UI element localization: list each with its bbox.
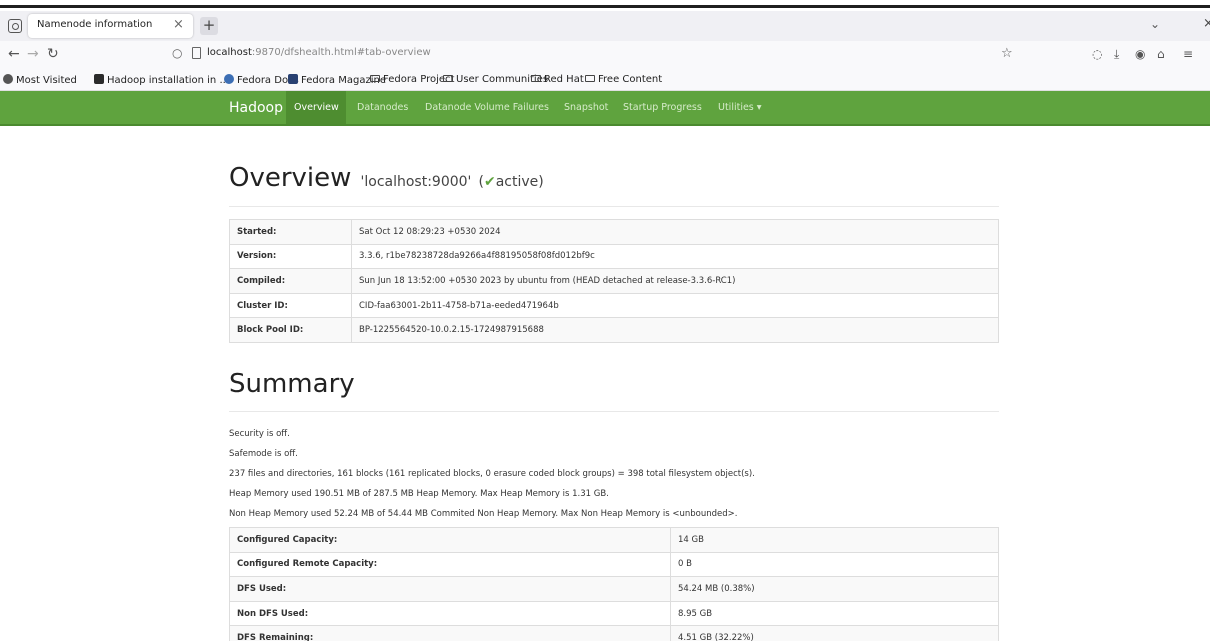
page-info-icon[interactable] (192, 47, 201, 59)
tab-close-icon[interactable]: × (173, 17, 184, 32)
new-tab-button[interactable]: + (200, 17, 218, 35)
url-path: :9870/dfshealth.html#tab-overview (251, 47, 431, 58)
tab-datanodes[interactable]: Datanodes (357, 102, 408, 113)
address-bar[interactable]: ○ localhost:9870/dfshealth.html#tab-over… (172, 44, 1032, 66)
status-text: active) (495, 174, 544, 190)
row-value: CID-faa63001-2b11-4758-b71a-eeded471964b (351, 292, 999, 319)
row-key: Configured Remote Capacity: (229, 551, 671, 578)
table-row: Compiled: Sun Jun 18 13:52:00 +0530 2023 … (229, 268, 999, 294)
row-value: 0 B (670, 551, 999, 578)
row-value: BP-1225564520-10.0.2.15-1724987915688 (351, 317, 999, 343)
gear-icon (3, 74, 13, 84)
row-value: 4.51 GB (32.22%) (670, 625, 999, 641)
safemode-status: Safemode is off. (229, 449, 298, 459)
bookmark-star-icon[interactable]: ☆ (1001, 46, 1013, 61)
downloads-icon[interactable]: ⤓ (1114, 47, 1119, 62)
url-text[interactable]: localhost:9870/dfshealth.html#tab-overvi… (207, 47, 431, 58)
bookmark-label: Free Content (598, 74, 663, 85)
row-key: Block Pool ID: (229, 317, 352, 343)
tab-utilities-dropdown[interactable]: Utilities ▾ (718, 102, 762, 113)
bookmark-hadoop-installation[interactable]: Hadoop installation in ... (94, 74, 229, 86)
navigation-toolbar: ← → ↻ ○ localhost:9870/dfshealth.html#ta… (0, 41, 1210, 69)
filesystem-objects: 237 files and directories, 161 blocks (1… (229, 469, 755, 479)
table-row: Block Pool ID: BP-1225564520-10.0.2.15-17… (229, 317, 999, 343)
row-key: DFS Remaining: (229, 625, 671, 641)
security-status: Security is off. (229, 429, 290, 439)
window-top-edge (0, 0, 1210, 8)
url-host: localhost (207, 47, 252, 58)
row-key: Started: (229, 219, 352, 245)
summary-heading: Summary (229, 369, 355, 399)
hadoop-navbar: Hadoop Overview Datanodes Datanode Volum… (0, 91, 1210, 126)
fedora-icon (224, 74, 234, 84)
bookmark-free-content[interactable]: Free Content (585, 74, 662, 85)
table-row: Non DFS Used: 8.95 GB (229, 600, 999, 627)
check-icon: ✔ (483, 174, 496, 190)
bookmark-label: Red Hat (544, 74, 584, 85)
tab-datanode-volume-failures[interactable]: Datanode Volume Failures (425, 102, 549, 113)
extensions-icon[interactable]: ⌂ (1157, 47, 1165, 61)
non-heap-memory: Non Heap Memory used 52.24 MB of 54.44 M… (229, 509, 738, 519)
table-row: Cluster ID: CID-faa63001-2b11-4758-b71a-e… (229, 292, 999, 319)
bookmark-label: Most Visited (16, 75, 77, 86)
tab-startup-progress[interactable]: Startup Progress (623, 102, 702, 113)
table-row: Configured Remote Capacity: 0 B (229, 551, 999, 578)
bookmark-most-visited[interactable]: Most Visited (3, 74, 77, 86)
heap-memory: Heap Memory used 190.51 MB of 287.5 MB H… (229, 489, 609, 499)
back-icon[interactable]: ← (8, 46, 20, 62)
account-icon[interactable]: ◉ (1135, 47, 1145, 61)
reload-icon[interactable]: ↻ (47, 46, 59, 62)
namenode-status: (✔active) (479, 174, 544, 190)
table-row: DFS Used: 54.24 MB (0.38%) (229, 576, 999, 602)
folder-icon (531, 75, 541, 82)
bookmarks-toolbar: Most Visited Hadoop installation in ... … (0, 69, 1210, 91)
bookmark-red-hat[interactable]: Red Hat (531, 74, 584, 85)
row-key: Non DFS Used: (229, 600, 671, 627)
bookmark-label: Hadoop installation in ... (107, 75, 229, 86)
list-all-tabs-icon[interactable]: ⌄ (1150, 17, 1160, 31)
browser-tab[interactable]: Namenode information × (28, 14, 193, 38)
folder-icon (370, 75, 380, 82)
page-title: Overview (229, 163, 352, 193)
tracking-protection-icon[interactable]: ○ (172, 46, 182, 60)
window-close-icon[interactable]: × (1203, 16, 1210, 31)
overview-heading: Overview 'localhost:9000' (✔active) (229, 163, 544, 193)
row-key: DFS Used: (229, 576, 671, 602)
row-value: 8.95 GB (670, 600, 999, 627)
row-value: Sun Jun 18 13:52:00 +0530 2023 by ubuntu… (351, 268, 999, 294)
table-row: Configured Capacity: 14 GB (229, 527, 999, 553)
row-value: 14 GB (670, 527, 999, 553)
tab-title: Namenode information (37, 19, 153, 30)
folder-icon (443, 75, 453, 82)
row-key: Compiled: (229, 268, 352, 294)
row-key: Cluster ID: (229, 292, 352, 319)
tab-snapshot[interactable]: Snapshot (564, 102, 608, 113)
divider (229, 411, 999, 412)
table-row: Started: Sat Oct 12 08:29:23 +0530 2024 (229, 219, 999, 245)
pocket-icon[interactable]: ◌ (1092, 47, 1102, 61)
table-row: Version: 3.3.6, r1be78238728da9266a4f8819… (229, 243, 999, 270)
row-value: 54.24 MB (0.38%) (670, 576, 999, 602)
site-icon (94, 74, 104, 84)
row-key: Configured Capacity: (229, 527, 671, 553)
overview-table: Started: Sat Oct 12 08:29:23 +0530 2024 V… (229, 219, 999, 343)
tab-overview[interactable]: Overview (294, 102, 339, 113)
capacity-table: Configured Capacity: 14 GB Configured Rem… (229, 527, 999, 641)
divider (229, 206, 999, 207)
firefox-view-icon[interactable] (8, 19, 22, 33)
hadoop-brand[interactable]: Hadoop (229, 100, 283, 116)
table-row: DFS Remaining: 4.51 GB (32.22%) (229, 625, 999, 641)
forward-icon[interactable]: → (27, 46, 39, 62)
magazine-icon (288, 74, 298, 84)
tab-bar: Namenode information × + ⌄ × (0, 11, 1210, 41)
row-value: Sat Oct 12 08:29:23 +0530 2024 (351, 219, 999, 245)
row-value: 3.3.6, r1be78238728da9266a4f88195058f08f… (351, 243, 999, 270)
namenode-host: 'localhost:9000' (360, 174, 472, 190)
menu-icon[interactable]: ≡ (1183, 47, 1193, 61)
folder-icon (585, 75, 595, 82)
bookmark-fedora-project[interactable]: Fedora Project (370, 74, 454, 85)
row-key: Version: (229, 243, 352, 270)
